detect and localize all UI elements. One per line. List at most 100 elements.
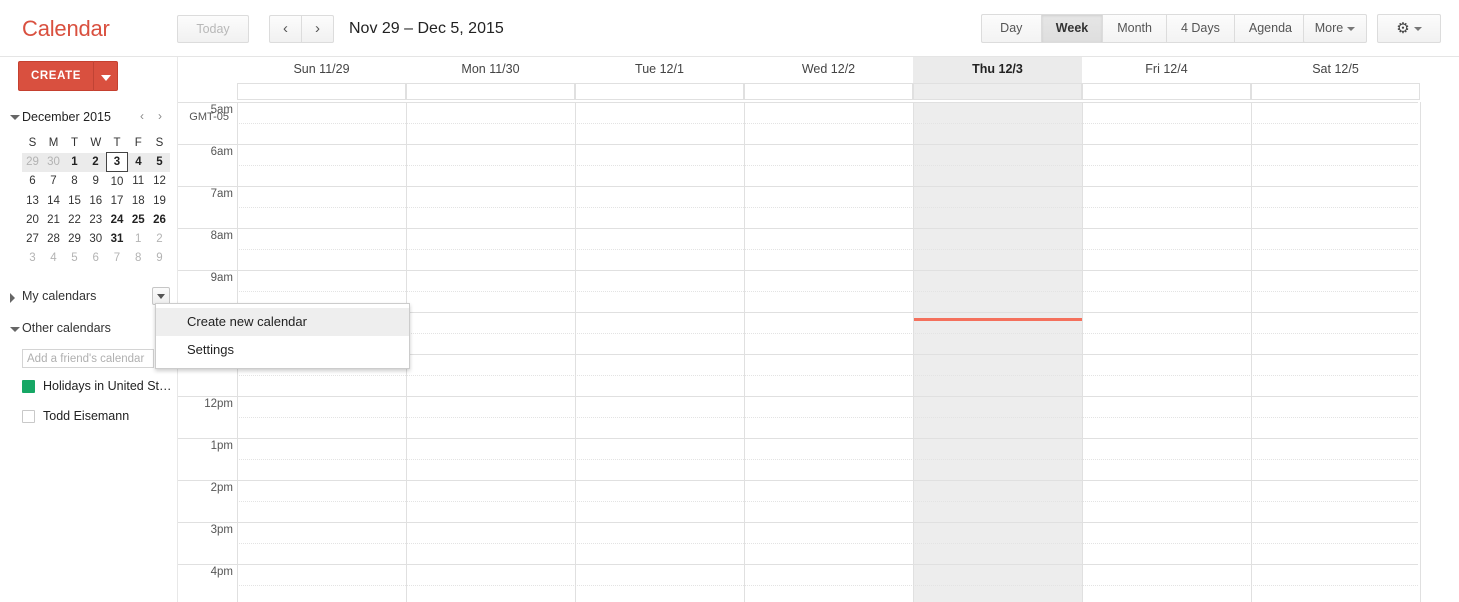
hour-label-1pm: 1pm — [211, 440, 233, 452]
weekday-initial: F — [128, 133, 150, 153]
mini-calendar-day[interactable]: 14 — [43, 191, 64, 210]
menu-item-create-new-calendar[interactable]: Create new calendar — [156, 308, 409, 336]
mini-calendar-day[interactable]: 25 — [128, 210, 150, 229]
mini-calendar-day[interactable]: 10 — [107, 172, 128, 192]
my-calendars-section: My calendars — [0, 289, 178, 309]
settings-gear-button[interactable]: ⚙ — [1377, 14, 1441, 43]
mini-calendar-day[interactable]: 20 — [22, 210, 43, 229]
create-button[interactable]: CREATE — [18, 61, 94, 91]
calendar-item-holidays[interactable]: Holidays in United St… — [22, 377, 172, 395]
mini-calendar-day[interactable]: 12 — [149, 172, 170, 192]
day-header-3[interactable]: Wed 12/2 — [744, 57, 913, 83]
mini-calendar-day[interactable]: 4 — [128, 153, 150, 172]
my-calendars-expand-icon[interactable] — [10, 293, 15, 303]
mini-calendar-day[interactable]: 6 — [85, 248, 107, 267]
day-header-6[interactable]: Sat 12/5 — [1251, 57, 1420, 83]
all-day-cell-0[interactable] — [237, 83, 406, 100]
previous-week-button[interactable]: ‹ — [269, 15, 302, 43]
day-header-0[interactable]: Sun 11/29 — [237, 57, 406, 83]
all-day-cell-1[interactable] — [406, 83, 575, 100]
mini-calendar-day[interactable]: 19 — [149, 191, 170, 210]
mini-calendar-day[interactable]: 11 — [128, 172, 150, 192]
mini-calendar-day[interactable]: 18 — [128, 191, 150, 210]
mini-calendar-day[interactable]: 9 — [149, 248, 170, 267]
mini-calendar-day[interactable]: 5 — [64, 248, 85, 267]
mini-calendar-day[interactable]: 8 — [128, 248, 150, 267]
mini-calendar-day[interactable]: 29 — [64, 229, 85, 248]
all-day-cell-2[interactable] — [575, 83, 744, 100]
current-time-indicator — [914, 318, 1082, 321]
mini-calendar-prev-button[interactable]: ‹ — [140, 109, 144, 123]
sidebar: CREATE December 2015 ‹ › SMTWTFS 2930123… — [0, 57, 178, 602]
mini-calendar-day[interactable]: 1 — [64, 153, 85, 172]
mini-calendar-day[interactable]: 3 — [107, 153, 128, 172]
mini-calendar-day[interactable]: 16 — [85, 191, 107, 210]
mini-calendar-day[interactable]: 29 — [22, 153, 43, 172]
calendar-color-checkbox[interactable] — [22, 380, 35, 393]
view-switcher: DayWeekMonth4 DaysAgenda — [981, 14, 1307, 43]
mini-calendar-day[interactable]: 2 — [149, 229, 170, 248]
next-week-button[interactable]: › — [301, 15, 334, 43]
caret-down-icon — [157, 294, 165, 299]
mini-calendar-day[interactable]: 7 — [43, 172, 64, 192]
calendar-item-todd-eisemann[interactable]: Todd Eisemann — [22, 407, 129, 425]
mini-calendar-day[interactable]: 26 — [149, 210, 170, 229]
mini-calendar-day[interactable]: 22 — [64, 210, 85, 229]
view-button-week[interactable]: Week — [1041, 14, 1102, 43]
mini-calendar-day[interactable]: 1 — [128, 229, 150, 248]
all-day-cell-6[interactable] — [1251, 83, 1420, 100]
mini-calendar-day[interactable]: 6 — [22, 172, 43, 192]
mini-calendar-week: 272829303112 — [22, 229, 170, 248]
day-header-4[interactable]: Thu 12/3 — [913, 57, 1082, 83]
mini-calendar-day[interactable]: 5 — [149, 153, 170, 172]
mini-calendar-next-button[interactable]: › — [158, 109, 162, 123]
my-calendars-label[interactable]: My calendars — [22, 289, 96, 303]
weekday-initial: T — [107, 133, 128, 153]
mini-calendar-grid: SMTWTFS 29301234567891011121314151617181… — [22, 133, 170, 267]
mini-calendar-day[interactable]: 30 — [43, 153, 64, 172]
day-divider — [1251, 102, 1252, 602]
menu-item-settings[interactable]: Settings — [156, 336, 409, 364]
mini-calendar-day[interactable]: 27 — [22, 229, 43, 248]
all-day-cell-5[interactable] — [1082, 83, 1251, 100]
day-header-1[interactable]: Mon 11/30 — [406, 57, 575, 83]
add-friend-calendar-input[interactable] — [22, 349, 154, 368]
create-dropdown-button[interactable] — [94, 61, 118, 91]
mini-calendar-day[interactable]: 21 — [43, 210, 64, 229]
mini-calendar-day[interactable]: 30 — [85, 229, 107, 248]
calendar-color-checkbox[interactable] — [22, 410, 35, 423]
other-calendars-collapse-icon[interactable] — [10, 327, 20, 332]
mini-calendar-week: 3456789 — [22, 248, 170, 267]
day-header-5[interactable]: Fri 12/4 — [1082, 57, 1251, 83]
mini-calendar-day[interactable]: 9 — [85, 172, 107, 192]
mini-calendar-day[interactable]: 31 — [107, 229, 128, 248]
mini-calendar-day[interactable]: 7 — [107, 248, 128, 267]
other-calendars-label[interactable]: Other calendars — [22, 321, 111, 335]
mini-calendar-title: December 2015 — [22, 110, 111, 124]
weekday-initial: S — [22, 133, 43, 153]
today-button[interactable]: Today — [177, 15, 249, 43]
view-button-agenda[interactable]: Agenda — [1234, 14, 1307, 43]
mini-calendar-day[interactable]: 8 — [64, 172, 85, 192]
all-day-cell-4[interactable] — [913, 83, 1082, 100]
mini-calendar-day[interactable]: 23 — [85, 210, 107, 229]
mini-calendar-day[interactable]: 2 — [85, 153, 107, 172]
mini-calendar-collapse-icon[interactable] — [10, 115, 20, 120]
weekday-initial: W — [85, 133, 107, 153]
mini-calendar-day[interactable]: 3 — [22, 248, 43, 267]
app-logo[interactable]: Calendar — [22, 16, 110, 42]
mini-calendar-day[interactable]: 15 — [64, 191, 85, 210]
all-day-cell-3[interactable] — [744, 83, 913, 100]
mini-calendar-day[interactable]: 13 — [22, 191, 43, 210]
mini-calendar-day[interactable]: 17 — [107, 191, 128, 210]
hour-label-6am: 6am — [211, 146, 233, 158]
mini-calendar-day[interactable]: 24 — [107, 210, 128, 229]
view-button-month[interactable]: Month — [1102, 14, 1166, 43]
view-button-day[interactable]: Day — [981, 14, 1041, 43]
mini-calendar-day[interactable]: 28 — [43, 229, 64, 248]
day-divider — [1420, 102, 1421, 602]
mini-calendar-day[interactable]: 4 — [43, 248, 64, 267]
day-header-2[interactable]: Tue 12/1 — [575, 57, 744, 83]
view-button-4-days[interactable]: 4 Days — [1166, 14, 1234, 43]
more-views-button[interactable]: More — [1303, 14, 1367, 43]
